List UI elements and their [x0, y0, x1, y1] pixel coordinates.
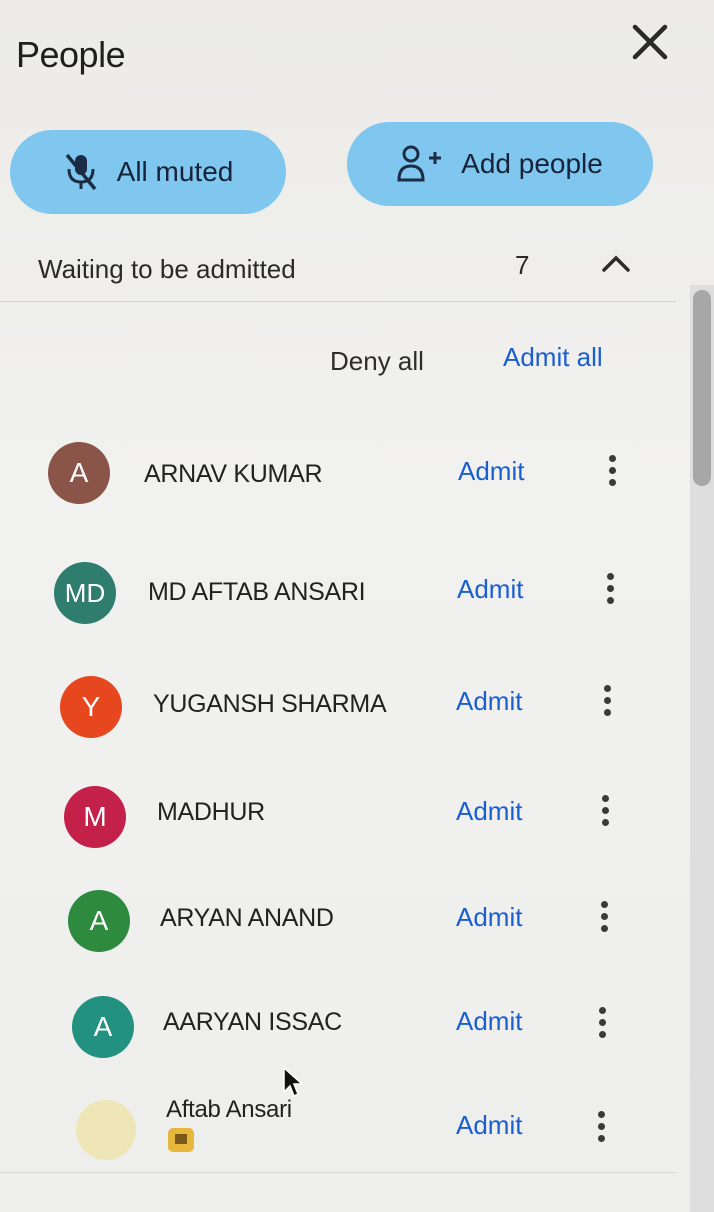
waiting-count: 7 — [515, 250, 530, 280]
domain-badge-icon — [168, 1128, 194, 1152]
admit-button[interactable]: Admit — [456, 796, 522, 827]
waiting-label: Waiting to be admitted — [38, 254, 296, 284]
waiting-row: A ARYAN ANAND Admit — [0, 878, 676, 958]
admit-all-button[interactable]: Admit all — [503, 342, 603, 373]
waiting-row: A AARYAN ISSAC Admit — [0, 982, 676, 1062]
participant-name: MD AFTAB ANSARI — [148, 578, 366, 606]
close-button[interactable] — [628, 20, 672, 64]
more-vert-icon[interactable] — [594, 1004, 610, 1044]
person-add-icon — [397, 145, 442, 182]
mute-all-label: All muted — [116, 156, 234, 187]
participant-name: ARNAV KUMAR — [144, 460, 323, 488]
chevron-up-icon[interactable] — [598, 250, 634, 276]
waiting-row: Y YUGANSH SHARMA Admit — [0, 664, 676, 744]
participant-name: ARYAN ANAND — [160, 904, 334, 932]
scrollbar-thumb[interactable] — [693, 290, 711, 486]
mic-off-icon — [65, 153, 96, 191]
people-panel: People All muted Add people Waiting to b… — [0, 0, 714, 1212]
mouse-cursor-icon — [283, 1066, 304, 1098]
waiting-row: MD MD AFTAB ANSARI Admit — [0, 552, 676, 632]
waiting-row: A ARNAV KUMAR Admit — [0, 434, 676, 514]
participant-name: MADHUR — [157, 798, 265, 826]
more-vert-icon[interactable] — [604, 452, 620, 492]
admit-button[interactable]: Admit — [457, 574, 523, 605]
admit-button[interactable]: Admit — [456, 1006, 522, 1037]
avatar: A — [68, 890, 130, 952]
avatar: A — [72, 996, 134, 1058]
waiting-section-header[interactable]: Waiting to be admitted 7 — [0, 236, 676, 302]
avatar — [76, 1100, 136, 1160]
more-vert-icon[interactable] — [596, 898, 612, 938]
list-bottom-divider — [0, 1172, 676, 1173]
more-vert-icon[interactable] — [597, 792, 613, 832]
panel-title: People — [16, 34, 126, 75]
admit-button[interactable]: Admit — [456, 902, 522, 933]
avatar: M — [64, 786, 126, 848]
more-vert-icon[interactable] — [599, 682, 615, 722]
admit-button[interactable]: Admit — [458, 456, 524, 487]
section-divider — [0, 301, 676, 302]
participant-name: AARYAN ISSAC — [163, 1008, 342, 1036]
add-people-label: Add people — [461, 148, 603, 179]
participant-name: Aftab Ansari — [166, 1096, 292, 1123]
avatar: A — [48, 442, 110, 504]
mute-all-button[interactable]: All muted — [10, 130, 286, 214]
waiting-row: Aftab Ansari Admit — [0, 1086, 676, 1166]
add-people-button[interactable]: Add people — [347, 122, 653, 206]
admit-button[interactable]: Admit — [456, 1110, 522, 1141]
avatar: Y — [60, 676, 122, 738]
more-vert-icon[interactable] — [593, 1108, 609, 1148]
avatar: MD — [54, 562, 116, 624]
waiting-row: M MADHUR Admit — [0, 772, 676, 852]
close-icon — [632, 24, 668, 60]
deny-all-button[interactable]: Deny all — [330, 346, 424, 377]
participant-name: YUGANSH SHARMA — [153, 690, 387, 718]
more-vert-icon[interactable] — [602, 570, 618, 610]
admit-button[interactable]: Admit — [456, 686, 522, 717]
